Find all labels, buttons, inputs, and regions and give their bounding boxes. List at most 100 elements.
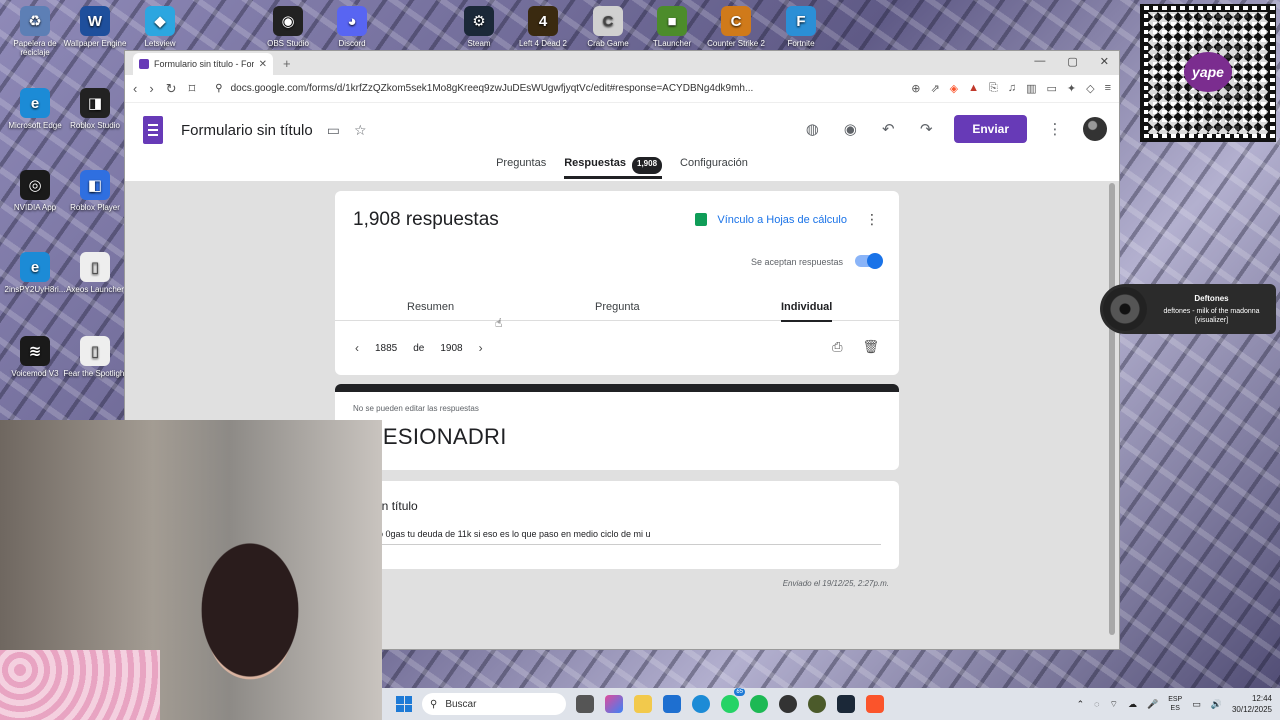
wallet-icon[interactable]: ▭ (1046, 82, 1056, 95)
form-title[interactable]: Formulario sin título (181, 122, 313, 139)
desktop-icon[interactable]: ◨ Roblox Studio (60, 88, 130, 130)
leo-icon[interactable]: ✦ (1067, 82, 1076, 95)
url-field[interactable]: ⚲ docs.google.com/forms/d/1krfZzQZkom5se… (207, 78, 899, 100)
preview-eye-icon[interactable]: ◉ (840, 120, 860, 138)
star-icon[interactable]: ☆ (354, 122, 367, 139)
desktop-icon[interactable]: F Fortnite (766, 6, 836, 48)
menu-icon[interactable]: ≡ (1105, 82, 1111, 95)
subtab-question[interactable]: Pregunta (595, 301, 640, 313)
responses-more-icon[interactable]: ⋮ (865, 211, 879, 228)
site-info-icon[interactable]: ⚲ (215, 83, 222, 94)
avatar[interactable] (1083, 117, 1107, 141)
palette-icon[interactable]: ◍ (802, 120, 822, 138)
language-indicator[interactable]: ESP ES (1168, 695, 1182, 713)
copilot-icon[interactable] (605, 695, 623, 713)
tab-responses[interactable]: Respuestas 1,908 (564, 157, 663, 179)
desktop-icon[interactable]: ◉ OBS Studio (253, 6, 323, 48)
vpn-icon[interactable]: ◇ (1086, 82, 1094, 95)
undo-icon[interactable]: ↶ (878, 120, 898, 138)
tab-settings[interactable]: Configuración (680, 157, 748, 179)
current-response-number[interactable]: 1885 (375, 343, 397, 354)
new-tab-button[interactable]: + (283, 56, 291, 71)
close-window-icon[interactable]: ✕ (1100, 55, 1109, 68)
desktop-icon[interactable]: ◆ Letsview (125, 6, 195, 48)
pager-of-label: de (413, 342, 425, 354)
share-icon[interactable]: ⇗ (930, 82, 939, 95)
close-tab-icon[interactable]: ✕ (259, 59, 267, 70)
app-icon: ♻ (20, 6, 50, 36)
desktop-icon[interactable]: ◕ Discord (317, 6, 387, 48)
forward-icon[interactable]: › (149, 81, 153, 96)
desktop-icon[interactable]: ▯ Fear the Spotlight (60, 336, 130, 378)
tab-questions[interactable]: Preguntas (496, 157, 546, 179)
maximize-icon[interactable]: ▢ (1067, 55, 1077, 68)
xbox-icon[interactable] (808, 695, 826, 713)
edge-icon[interactable] (692, 695, 710, 713)
browser-tab-forms[interactable]: Formulario sin título - Formular... ✕ (133, 53, 273, 75)
desktop-icon-label: Discord (338, 39, 366, 48)
google-forms-logo-icon[interactable] (143, 116, 163, 144)
app-icon: C (593, 6, 623, 36)
brave-icon[interactable] (866, 695, 884, 713)
brave-shield-icon[interactable]: ◈ (950, 82, 958, 95)
brave-rewards-icon[interactable]: ▲ (968, 82, 979, 95)
tray-app-icon[interactable]: ◌ (1094, 699, 1099, 709)
subtab-summary[interactable]: Resumen (407, 301, 454, 313)
cast-icon[interactable]: ⎘ (989, 82, 998, 95)
desktop-icon[interactable]: 4 Left 4 Dead 2 (508, 6, 578, 48)
delete-icon[interactable]: 🗑 (862, 339, 879, 355)
start-button[interactable] (396, 696, 412, 712)
microphone-icon[interactable]: 🎤 (1147, 699, 1158, 710)
obs-icon[interactable] (779, 695, 797, 713)
app-icon: ■ (657, 6, 687, 36)
display-icon[interactable]: ▭ (1192, 699, 1201, 710)
desktop-icon-label: Roblox Studio (70, 121, 120, 130)
back-icon[interactable]: ‹ (133, 81, 137, 96)
redo-icon[interactable]: ↷ (916, 120, 936, 138)
form-nav-tabs: Preguntas Respuestas 1,908 Configuración (125, 157, 1119, 179)
network-icon[interactable]: ⌔ (1110, 699, 1118, 710)
print-icon[interactable]: ⎙ (832, 339, 842, 355)
desktop-icon-label: Wallpaper Engine (63, 39, 127, 48)
desktop-icon[interactable]: ▯ Axeos Launcher (60, 252, 130, 294)
reload-icon[interactable]: ↻ (166, 81, 177, 97)
file-explorer-icon[interactable] (634, 695, 652, 713)
task-view-icon[interactable] (576, 695, 594, 713)
taskbar-search[interactable]: ⚲ Buscar (422, 693, 566, 715)
music-icon[interactable]: ♫ (1008, 82, 1016, 95)
chevron-up-icon[interactable]: ⌃ (1077, 699, 1085, 710)
volume-icon[interactable]: 🔊 (1211, 699, 1222, 710)
steam-icon[interactable] (837, 695, 855, 713)
now-playing-widget: Deftones deftones - milk of the madonna … (1100, 284, 1276, 334)
cloud-icon[interactable]: ☁ (1128, 699, 1137, 710)
whatsapp-icon[interactable]: 65 (721, 688, 745, 713)
page-scrollbar[interactable] (1109, 183, 1115, 635)
clock-date: 30/12/2025 (1231, 705, 1272, 714)
accepting-responses-toggle[interactable] (855, 253, 883, 269)
sidebar-icon[interactable]: ▥ (1026, 82, 1036, 95)
subtab-individual[interactable]: Individual (781, 301, 833, 322)
desktop-icon[interactable]: ■ TLauncher (637, 6, 707, 48)
zoom-icon[interactable]: ⊕ (911, 82, 920, 95)
bookmark-icon[interactable]: ⌑ (189, 81, 196, 97)
desktop-icon[interactable]: ◧ Roblox Player (60, 170, 130, 212)
previous-response-icon[interactable]: ‹ (355, 341, 359, 355)
now-playing-meta: Deftones deftones - milk of the madonna … (1147, 294, 1276, 325)
desktop-icon[interactable]: ⚙ Steam (444, 6, 514, 48)
spotify-icon[interactable] (750, 695, 768, 713)
desktop-icon-label: Counter Strike 2 (707, 39, 765, 48)
next-response-icon[interactable]: › (479, 341, 483, 355)
store-icon[interactable] (663, 695, 681, 713)
desktop-icon[interactable]: W Wallpaper Engine (60, 6, 130, 48)
clock[interactable]: 12:44 30/12/2025 (1232, 693, 1272, 715)
more-options-icon[interactable]: ⋮ (1045, 120, 1065, 138)
desktop-icon[interactable]: C Crab Game (573, 6, 643, 48)
desktop-icon-label: Left 4 Dead 2 (518, 39, 568, 48)
send-button[interactable]: Enviar (954, 115, 1027, 143)
link-to-sheets-button[interactable]: Vínculo a Hojas de cálculo (695, 213, 847, 226)
whatsapp-badge: 65 (734, 688, 745, 696)
app-icon: F (786, 6, 816, 36)
folder-icon[interactable]: ▭ (327, 122, 340, 139)
desktop-icon[interactable]: C Counter Strike 2 (701, 6, 771, 48)
minimize-icon[interactable]: — (1034, 55, 1045, 68)
